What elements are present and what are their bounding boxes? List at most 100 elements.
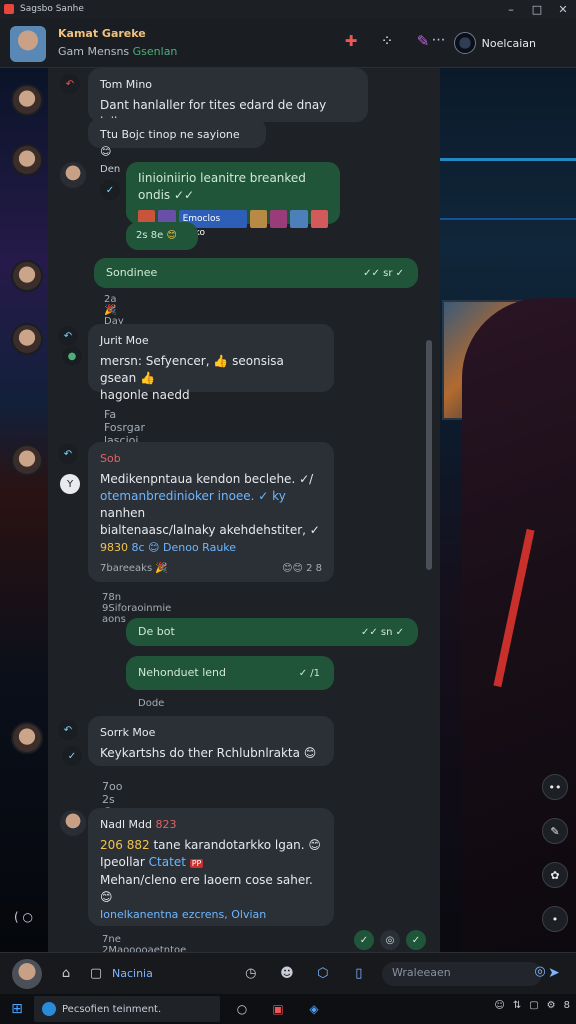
home-icon[interactable]: ⌂: [54, 966, 78, 981]
chat-app-icon[interactable]: ◈: [300, 1002, 328, 1016]
chair-image: [462, 298, 576, 952]
tag-badge: PP: [189, 859, 204, 868]
sent-icon: ✓: [406, 930, 426, 950]
rail-avatar[interactable]: [11, 444, 43, 476]
send-icon[interactable]: ➤: [548, 965, 560, 981]
network-icon[interactable]: ⇅: [513, 1000, 521, 1011]
message-bubble[interactable]: Sob Medikenpntaua kendon beclehe. ✓/ ote…: [88, 442, 334, 582]
message-text: mersn: Sefyencer, 👍 seonsisa gsean 👍: [100, 354, 284, 385]
verified-icon: ✓: [62, 746, 82, 766]
bot-icon[interactable]: ☻: [275, 966, 299, 981]
message-time: 2s 8e: [136, 230, 164, 241]
message-text: Iinioiniirio leanitre breanked ondis ✓✓: [138, 171, 306, 202]
album-thumb[interactable]: [270, 210, 288, 228]
chat-subtitle: Gam Mensns Gsenlan: [58, 45, 177, 58]
self-avatar[interactable]: [12, 958, 42, 989]
sender-avatar[interactable]: [60, 810, 86, 836]
message-bubble[interactable]: De bot ✓✓ sn ✓: [126, 618, 418, 646]
composer-label[interactable]: Nacinia: [112, 967, 153, 980]
os-taskbar: ⊞ Pecsofien teinment. ○ ▣ ◈ ☺ ⇅ ▢ ⚙ 8: [0, 994, 576, 1024]
user-icon[interactable]: ☺: [494, 1000, 504, 1011]
neon-strip: [440, 218, 576, 220]
album-thumb[interactable]: [290, 210, 308, 228]
more-icon[interactable]: ⋯: [432, 32, 446, 48]
message-bubble[interactable]: Iinioiniirio leanitre breanked ondis ✓✓ …: [126, 162, 340, 238]
timer-icon[interactable]: ◷: [239, 966, 263, 981]
reply-icon: ↶: [58, 444, 78, 464]
sticker-icon[interactable]: ✎: [542, 818, 568, 844]
close-icon[interactable]: ✕: [550, 3, 576, 16]
rail-avatar[interactable]: [11, 722, 43, 754]
message-status: ✓✓ sr ✓: [363, 268, 404, 279]
reply-icon: ↶: [58, 720, 78, 740]
chat-header: Kamat Gareke Gam Mensns Gsenlan ✚ ⁘ ✎ ⋯ …: [0, 18, 576, 68]
message-link[interactable]: Ctatet: [149, 855, 186, 869]
taskbar-search[interactable]: Pecsofien teinment.: [34, 996, 220, 1022]
chat-title: Kamat Gareke: [58, 27, 146, 40]
reply-icon: ↶: [58, 326, 78, 346]
album-thumb[interactable]: [310, 210, 329, 228]
neon-strip: [440, 158, 576, 161]
rail-avatar[interactable]: [11, 323, 43, 355]
rail-avatar[interactable]: [11, 144, 43, 176]
message-bubble[interactable]: Tom Mino Dant hanlaller for tites edard …: [88, 68, 368, 146]
more-icon[interactable]: ••: [542, 774, 568, 800]
sender-name: Jurit Moe: [100, 334, 149, 347]
window-titlebar: Sagsbo Sanhe – □ ✕: [0, 0, 576, 18]
album-thumb[interactable]: [249, 210, 268, 228]
composer-bar: ⌂ ▢ Nacinia ◷ ☻ ⬡ ▯ Wraleeaen ◎ ➤: [0, 952, 576, 994]
dot-icon[interactable]: •: [542, 906, 568, 932]
start-icon[interactable]: ⊞: [0, 1001, 34, 1017]
chat-avatar[interactable]: [10, 26, 46, 62]
message-text: nanhen: [100, 506, 146, 520]
task-view-icon[interactable]: ○: [228, 1002, 256, 1016]
peer-profile[interactable]: ⋯ Noelcaian: [432, 32, 536, 54]
rail-avatar[interactable]: [11, 260, 43, 292]
settings-icon[interactable]: ⚙: [547, 1000, 556, 1011]
message-bubble[interactable]: Sondinee ✓✓ sr ✓: [94, 258, 418, 288]
reply-bubble[interactable]: Ttu Bojc tinop ne sayione 😊: [88, 118, 266, 158]
message-time: 7ne 2Maooooaetntoe agnes: [102, 934, 187, 952]
message-text: Ionelkanentna ezcrens, Olvian: [100, 908, 267, 921]
attach-icon[interactable]: ▯: [347, 966, 371, 981]
message-text: Nehonduet lend: [138, 666, 226, 679]
online-icon: ●: [62, 346, 82, 366]
message-input[interactable]: Wraleeaen: [382, 962, 542, 986]
grid-icon[interactable]: ⁘: [376, 32, 398, 50]
rail-avatar[interactable]: [11, 84, 43, 116]
message-status: ✓✓ sn ✓: [360, 627, 404, 638]
message-text: Keykartshs do ther Rchlubnlrakta 😊: [100, 746, 317, 760]
message-time: Dode: [138, 698, 165, 709]
message-bubble[interactable]: Jurit Moe mersn: Sefyencer, 👍 seonsisa g…: [88, 324, 334, 402]
shield-icon[interactable]: ⬡: [311, 966, 335, 981]
system-tray: ☺ ⇅ ▢ ⚙ 8: [494, 1000, 570, 1011]
message-bubble[interactable]: Nehonduet lend ✓ /1: [126, 656, 334, 690]
chat-subtitle-prefix: Gam Mensns: [58, 45, 130, 58]
file-icon[interactable]: ▢: [84, 966, 108, 981]
message-bubble[interactable]: Sorrk Moe Keykartshs do ther Rchlubnlrak…: [88, 716, 334, 766]
amount: 9830: [100, 541, 128, 554]
header-actions: ✚ ⁘ ✎: [340, 32, 434, 50]
minimize-icon[interactable]: –: [498, 3, 524, 16]
message-text: 8c 😊 Denoo Rauke: [131, 541, 237, 554]
react-icon[interactable]: ✿: [542, 862, 568, 888]
sender-name: Sorrk Moe: [100, 726, 156, 739]
amount: 206 882: [100, 838, 150, 852]
maximize-icon[interactable]: □: [524, 3, 550, 16]
reactions[interactable]: 😊😊 2 8: [282, 560, 322, 577]
sender-avatar[interactable]: [60, 162, 86, 188]
pin-icon[interactable]: ✚: [340, 32, 362, 50]
chat-subtitle-accent: Gsenlan: [132, 45, 178, 58]
message-text: Medikenpntaua kendon beclehe. ✓/: [100, 472, 314, 486]
message-bubble[interactable]: Nadl Mdd 823 206 882 tane karandotarkko …: [88, 808, 334, 926]
link-icon[interactable]: ( ○: [14, 910, 33, 924]
display-icon[interactable]: ▢: [529, 1000, 538, 1011]
chat-scrollbar[interactable]: [426, 340, 432, 570]
message-status: ✓ /1: [298, 668, 320, 679]
app-icon[interactable]: ▣: [264, 1002, 292, 1016]
clock-time[interactable]: 8: [564, 1000, 570, 1011]
message-text: otemanbredinioker inoee. ✓ ky: [100, 489, 286, 503]
seen-icon: ◎: [380, 930, 400, 950]
peer-name: Noelcaian: [481, 36, 536, 50]
smile-icon: 😊: [166, 230, 177, 241]
